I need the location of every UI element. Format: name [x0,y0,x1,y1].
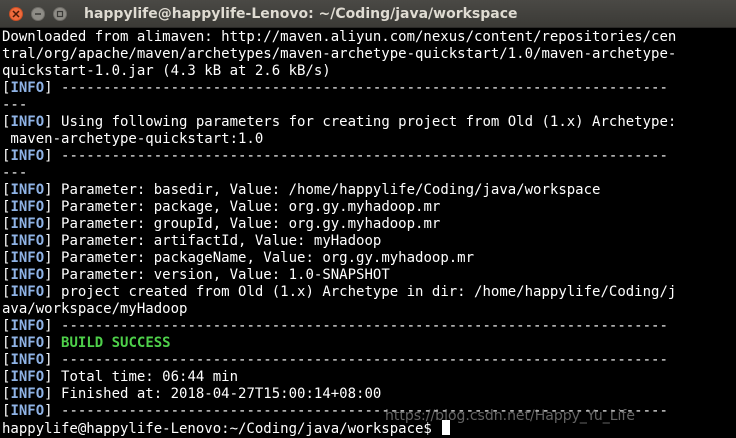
terminal-line: [INFO] BUILD SUCCESS [2,335,736,352]
terminal-line: [INFO] ---------------------------------… [2,352,736,369]
log-bracket: ] [44,335,53,351]
terminal-line: maven-archetype-quickstart:1.0 [2,131,736,148]
log-bracket: ] [44,267,53,283]
maximize-icon [56,10,64,18]
log-text: Total time: 06:44 min [52,369,239,385]
terminal-line: [INFO] Parameter: artifactId, Value: myH… [2,233,736,250]
log-text: ----------------------------------------… [52,148,668,164]
log-level-tag: INFO [10,199,45,215]
log-level-tag: INFO [10,80,45,96]
minimize-button[interactable] [31,7,45,21]
log-text: ----------------------------------------… [52,80,668,96]
log-text: Using following parameters for creating … [52,114,677,130]
terminal-line: tral/org/apache/maven/archetypes/maven-a… [2,46,736,63]
log-bracket: ] [44,233,53,249]
window-titlebar[interactable]: happylife@happylife-Lenovo: ~/Coding/jav… [0,0,736,28]
terminal-line: ava/workspace/myHadoop [2,301,736,318]
terminal-line: [INFO] Parameter: basedir, Value: /home/… [2,182,736,199]
log-text: --- [2,165,28,181]
log-text: --- [2,97,28,113]
log-level-tag: INFO [10,369,45,385]
log-level-tag: INFO [10,250,45,266]
terminal-line: Downloaded from alimaven: http://maven.a… [2,29,736,46]
log-text: Parameter: artifactId, Value: myHadoop [52,233,382,249]
terminal-line: [INFO] Parameter: package, Value: org.gy… [2,199,736,216]
terminal-line: [INFO] Parameter: groupId, Value: org.gy… [2,216,736,233]
log-text: Parameter: groupId, Value: org.gy.myhado… [52,216,441,232]
log-bracket: ] [44,148,53,164]
maximize-button[interactable] [53,7,67,21]
log-level-tag: INFO [10,233,45,249]
terminal-line: --- [2,97,736,114]
log-bracket: ] [44,403,53,419]
log-text: ----------------------------------------… [52,352,668,368]
log-text: ----------------------------------------… [52,318,668,334]
log-level-tag: INFO [10,403,45,419]
shell-prompt: happylife@happylife-Lenovo:~/Coding/java… [2,421,441,437]
log-text: maven-archetype-quickstart:1.0 [2,131,264,147]
log-bracket: ] [44,352,53,368]
log-text: Downloaded from alimaven: http://maven.a… [2,29,677,45]
log-level-tag: INFO [10,148,45,164]
log-level-tag: INFO [10,335,45,351]
window-title: happylife@happylife-Lenovo: ~/Coding/jav… [84,6,518,22]
build-success-text: BUILD SUCCESS [61,335,171,351]
terminal-line: [INFO] ---------------------------------… [2,318,736,335]
log-bracket: ] [44,80,53,96]
log-bracket: ] [44,182,53,198]
terminal-line: [INFO] Parameter: version, Value: 1.0-SN… [2,267,736,284]
log-level-tag: INFO [10,284,45,300]
close-icon [12,10,20,18]
terminal-line: [INFO] ---------------------------------… [2,80,736,97]
terminal-line: [INFO] Parameter: packageName, Value: or… [2,250,736,267]
log-text: quickstart-1.0.jar (4.3 kB at 2.6 kB/s) [2,63,331,79]
terminal-line: quickstart-1.0.jar (4.3 kB at 2.6 kB/s) [2,63,736,80]
terminal-line: --- [2,165,736,182]
terminal-line: [INFO] Finished at: 2018-04-27T15:00:14+… [2,386,736,403]
log-text: tral/org/apache/maven/archetypes/maven-a… [2,46,677,62]
watermark-text: https://blog.csdn.net/Happy_Yu_Life [385,408,635,424]
terminal-line: [INFO] ---------------------------------… [2,148,736,165]
log-text: Parameter: package, Value: org.gy.myhado… [52,199,441,215]
terminal-line: [INFO] Total time: 06:44 min [2,369,736,386]
log-bracket: ] [44,369,53,385]
log-bracket: ] [44,386,53,402]
log-text: Parameter: packageName, Value: org.gy.my… [52,250,475,266]
log-level-tag: INFO [10,318,45,334]
minimize-icon [35,13,41,15]
log-bracket: ] [44,114,53,130]
log-bracket: ] [44,318,53,334]
close-button[interactable] [9,7,23,21]
log-level-tag: INFO [10,182,45,198]
log-text: Finished at: 2018-04-27T15:00:14+08:00 [52,386,382,402]
log-level-tag: INFO [10,267,45,283]
terminal-line: [INFO] project created from Old (1.x) Ar… [2,284,736,301]
log-text: Parameter: version, Value: 1.0-SNAPSHOT [52,267,390,283]
log-level-tag: INFO [10,216,45,232]
log-level-tag: INFO [10,352,45,368]
log-text: ava/workspace/myHadoop [2,301,188,317]
log-text: Parameter: basedir, Value: /home/happyli… [52,182,601,198]
log-bracket: ] [44,216,53,232]
log-level-tag: INFO [10,114,45,130]
log-bracket: ] [44,199,53,215]
log-text: project created from Old (1.x) Archetype… [52,284,677,300]
terminal-line: [INFO] Using following parameters for cr… [2,114,736,131]
log-bracket: ] [44,284,53,300]
terminal-output[interactable]: Downloaded from alimaven: http://maven.a… [0,28,736,438]
log-level-tag: INFO [10,386,45,402]
log-bracket: ] [44,250,53,266]
